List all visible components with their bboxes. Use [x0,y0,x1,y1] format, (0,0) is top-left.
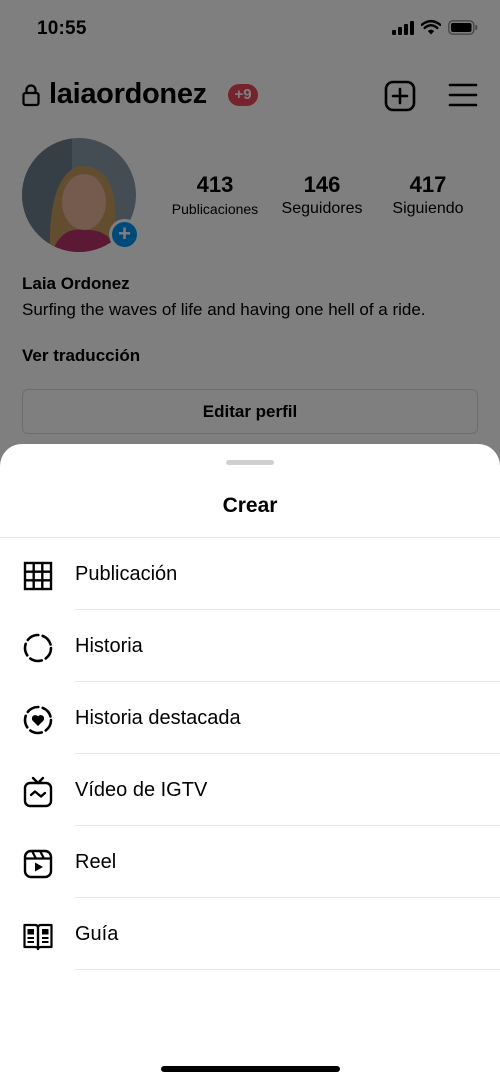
option-label: Publicación [75,563,178,585]
guide-book-icon [23,923,53,951]
sheet-grabber[interactable] [226,460,274,465]
option-story[interactable]: Historia [0,610,500,682]
option-label: Guía [75,923,119,945]
create-sheet: Crear Publicación Historia Historia dest… [0,444,500,1083]
sheet-title: Crear [222,494,278,517]
option-label: Reel [75,851,117,873]
option-igtv[interactable]: Vídeo de IGTV [0,754,500,826]
option-label: Historia destacada [75,707,241,729]
option-separator [75,969,500,970]
option-post[interactable]: Publicación [0,538,500,610]
grid-icon [23,561,53,591]
reel-icon [23,849,53,879]
highlight-heart-icon [23,705,53,735]
home-indicator[interactable] [161,1066,340,1072]
option-reel[interactable]: Reel [0,826,500,898]
option-highlight[interactable]: Historia destacada [0,682,500,754]
option-guide[interactable]: Guía [0,898,500,970]
option-label: Vídeo de IGTV [75,779,208,801]
story-dashed-circle-icon [23,633,53,663]
option-label: Historia [75,635,143,657]
igtv-icon [23,776,53,808]
